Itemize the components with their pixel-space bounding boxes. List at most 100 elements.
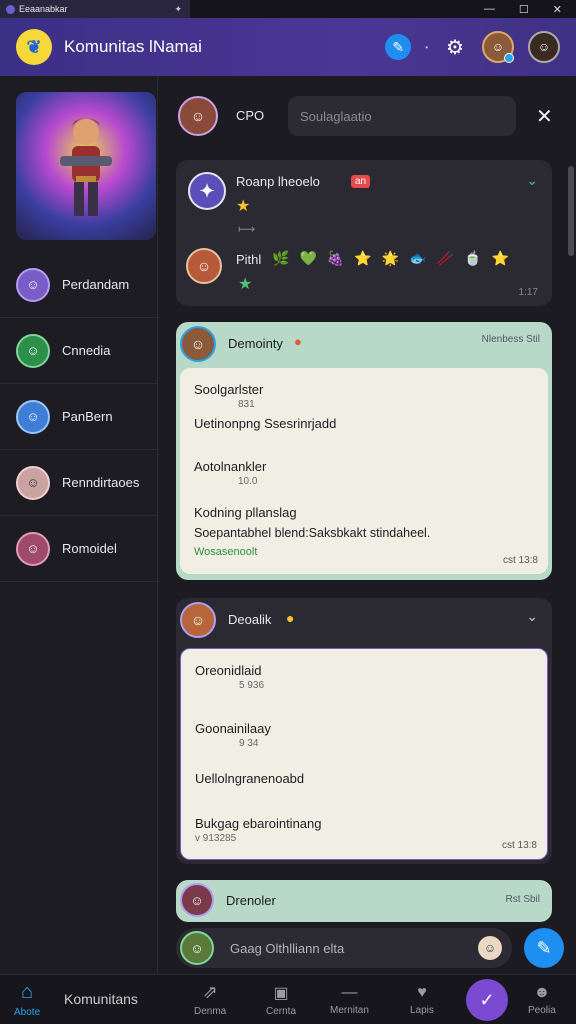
reaction-icon[interactable]: 🥢 (437, 250, 454, 267)
nav-label: Cernta (266, 1005, 297, 1017)
emoji-icon: ● (286, 610, 295, 626)
timestamp: cst 13:8 (501, 840, 537, 851)
card-title: Demointy (228, 336, 283, 351)
avatar[interactable]: ☺ (482, 31, 514, 63)
minimize-button[interactable]: — (484, 3, 495, 16)
sidebar-item-panbern[interactable]: ☺ PanBern (0, 384, 157, 450)
avatar[interactable]: ☺ (178, 96, 218, 136)
post-list: Soolgarlster 831 Uetinonpng Ssesrinrjadd… (180, 368, 548, 574)
timestamp: 1:17 (518, 287, 538, 298)
post-title[interactable]: Uetinonpng Ssesrinrjadd (194, 416, 534, 431)
check-circle-icon[interactable]: ✓ (466, 979, 508, 1021)
app-tab[interactable]: Eeaanabkar ✦ (0, 0, 190, 18)
arrow-icon: ⟼ (238, 222, 256, 236)
sidebar-item-renndirtaoes[interactable]: ☺ Renndirtaoes (0, 450, 157, 516)
page-title: Komunitas lNamai (64, 37, 202, 56)
reaction-icon[interactable]: 🐟 (409, 250, 426, 267)
avatar: ☺ (16, 267, 50, 302)
maximize-button[interactable]: ☐ (519, 3, 529, 16)
post-card[interactable]: ✦ Roanp lheoelo an ⌄ ★ ⟼ ☺ Pithl 🌿 💚 🍇 ⭐… (176, 160, 552, 306)
nav-lapis[interactable]: ♥ Lapis (410, 984, 434, 1016)
avatar: ☺ (16, 531, 50, 566)
scrollbar[interactable] (568, 166, 574, 256)
avatar: ☺ (16, 465, 50, 500)
reaction-icon[interactable]: 🍵 (464, 250, 481, 267)
sidebar-item-label: Romoidel (62, 541, 117, 556)
post-sub: v 913285 (195, 833, 237, 844)
post-title[interactable]: Soepantabhel blend:Saksbkakt stindaheel. (194, 526, 534, 540)
nav-mernitan[interactable]: — Mernitan (330, 984, 369, 1016)
compose-input[interactable]: ☺ Gaag Olthlliann elta ☺ (176, 928, 512, 968)
reaction-icon[interactable]: 🌿 (272, 250, 289, 267)
nav-label: Mernitan (330, 1004, 369, 1016)
sidebar-item-cnnedia[interactable]: ☺ Cnnedia (0, 318, 157, 384)
online-badge (504, 53, 514, 63)
nav-komunitas[interactable]: Komunitans (64, 991, 138, 1007)
star-icon: ★ (236, 198, 251, 215)
close-icon[interactable]: ✕ (536, 104, 553, 129)
compose-placeholder: Gaag Olthlliann elta (230, 940, 345, 956)
emoji-icon: ● (294, 334, 302, 349)
sidebar-item-perdandam[interactable]: ☺ Perdandam (0, 252, 157, 318)
window-title-bar: Eeaanabkar ✦ — ☐ ✕ (0, 0, 576, 18)
app-header: ❦ Komunitas lNamai ✎ • ⚙ ☺ ☺ (0, 18, 576, 76)
share-icon: ⇗ (202, 982, 218, 1002)
avatar: ☺ (16, 399, 50, 434)
reaction-icon[interactable]: 💚 (299, 250, 316, 267)
post-title[interactable]: Kodning pllanslag (194, 505, 534, 520)
reaction-icon[interactable]: ⭐ (492, 250, 509, 267)
sidebar-item-romoidel[interactable]: ☺ Romoidel (0, 516, 157, 582)
sidebar-item-label: Renndirtaoes (62, 475, 140, 490)
character-illustration (60, 118, 112, 216)
nav-cernta[interactable]: ▣ Cernta (266, 983, 296, 1017)
close-window-button[interactable]: ✕ (553, 3, 562, 16)
post-card[interactable]: ☺ Deoalik ● ⌄ Oreonidlaid 5 936 Goonaini… (176, 598, 552, 864)
main-feed: ☺ CPO Soulaglaatio ✕ ✦ Roanp lheoelo an … (158, 76, 576, 974)
feather-icon[interactable]: ✎ (385, 34, 412, 60)
reaction-bar: 🌿 💚 🍇 ⭐ 🌟 🐟 🥢 🍵 ⭐ (272, 250, 509, 267)
gear-icon[interactable]: ⚙ (442, 34, 468, 60)
card-title: Drenoler (226, 893, 276, 908)
pin-icon[interactable]: ✦ (174, 4, 182, 15)
post-tag[interactable]: Wosasenoolt (194, 546, 534, 558)
reaction-icon[interactable]: ⭐ (354, 250, 371, 267)
search-input[interactable]: Soulaglaatio (288, 96, 516, 136)
avatar: ☺ (16, 333, 50, 368)
post-title[interactable]: Goonainilaay (195, 721, 533, 736)
post-title[interactable]: Oreonidlaid (195, 663, 533, 678)
feather-logo-icon: ❦ (16, 29, 52, 65)
compose-fab-button[interactable]: ✎ (524, 928, 564, 968)
search-row: ☺ CPO Soulaglaatio ✕ (178, 96, 558, 136)
post-title[interactable]: Uellolngranenoabd (195, 771, 533, 786)
chevron-down-icon[interactable]: ⌄ (526, 172, 538, 189)
reaction-icon[interactable]: 🍇 (327, 250, 344, 267)
post-title[interactable]: Aotolnankler (194, 459, 534, 474)
emoji-picker-icon[interactable]: ☺ (478, 936, 502, 960)
nav-label: Abote (14, 1007, 41, 1018)
nav-profile[interactable]: ☻ Peolia (528, 984, 556, 1016)
avatar: ☺ (180, 326, 216, 362)
dot-separator: • (425, 42, 428, 52)
post-card[interactable]: ☺ Demointy ● Nlenbess Stil Soolgarlster … (176, 322, 552, 580)
post-title[interactable]: Soolgarlster (194, 382, 534, 397)
home-icon: ⌂ (21, 981, 34, 1003)
avatar: ☺ (180, 931, 214, 965)
profile-icon: ☻ (533, 983, 551, 1001)
chevron-down-icon[interactable]: ⌄ (526, 608, 538, 625)
dash-icon: — (341, 983, 358, 1001)
reaction-icon[interactable]: 🌟 (382, 250, 399, 267)
profile-avatar[interactable]: ☺ (528, 31, 560, 63)
nav-home[interactable]: ⌂ Abote (14, 981, 40, 1018)
post-title[interactable]: Bukgag ebarointinang (195, 816, 533, 831)
nav-denma[interactable]: ⇗ Denma (194, 982, 226, 1017)
avatar: ☺ (180, 883, 214, 917)
post-card[interactable]: ☺ Drenoler Rst Sbil (176, 880, 552, 922)
post-list: Oreonidlaid 5 936 Goonainilaay 9 34 Uell… (180, 648, 548, 860)
avatar: ☺ (186, 248, 222, 284)
sidebar-item-label: Cnnedia (62, 343, 111, 358)
card-title: Deoalik (228, 612, 272, 627)
post-sub: 9 34 (239, 738, 259, 749)
card-meta: Nlenbess Stil (481, 334, 540, 345)
timestamp: cst 13:8 (502, 555, 538, 566)
status-badge: an (351, 175, 371, 188)
